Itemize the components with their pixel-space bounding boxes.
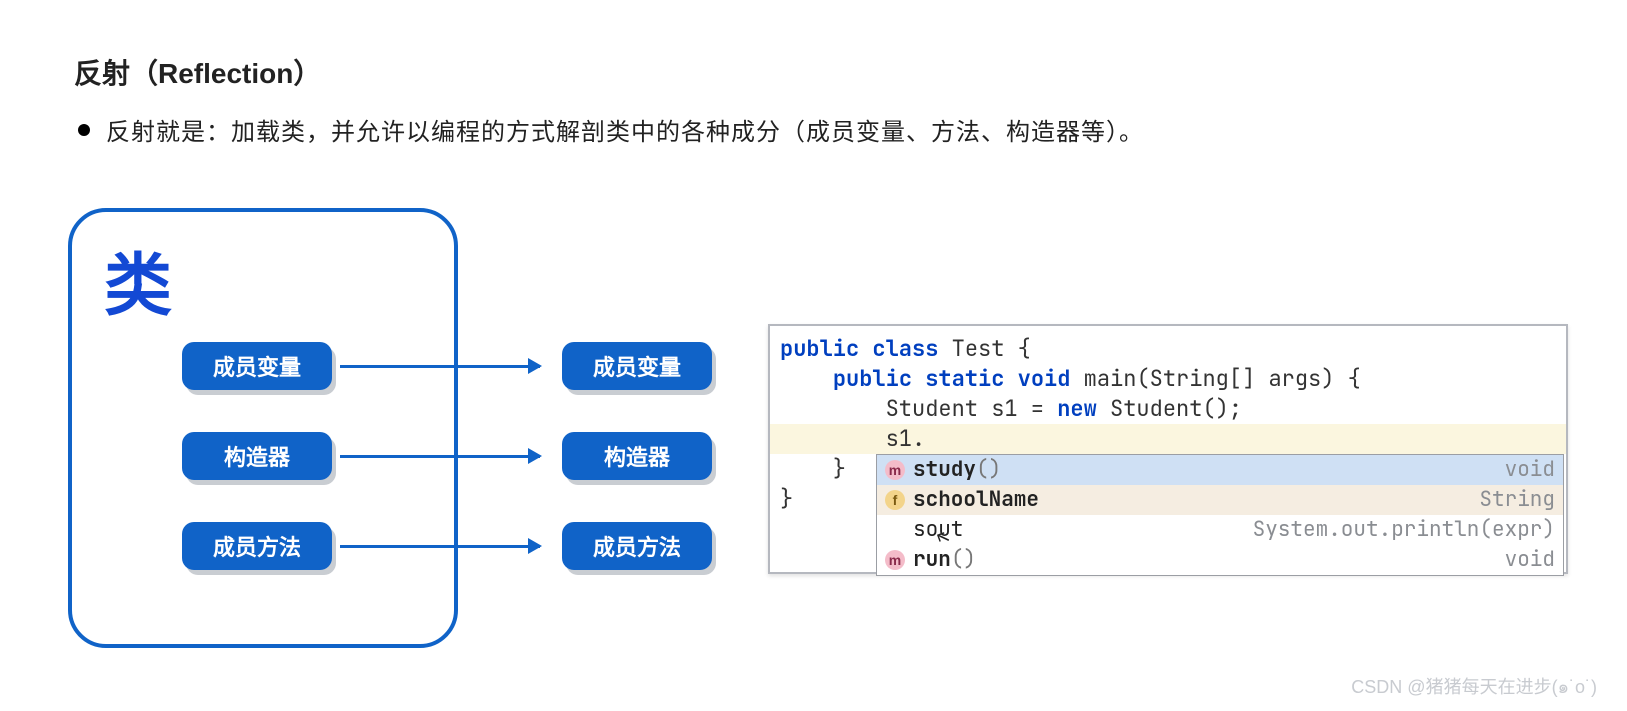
pill-right-0: 成员变量 [562, 342, 712, 390]
code-line-3: Student s1 = new Student(); [780, 394, 1566, 424]
code-line-1: public class Test { [780, 334, 1566, 364]
arrow-icon-2 [340, 545, 540, 548]
code-line-4: s1. [780, 424, 1566, 454]
popup-row-2[interactable]: x sout System.out.println(expr) [877, 515, 1563, 545]
popup-row-1[interactable]: f schoolName String [877, 485, 1563, 515]
page-title: 反射（Reflection） [74, 52, 321, 92]
pill-right-2: 成员方法 [562, 522, 712, 570]
class-label: 类 [104, 230, 172, 329]
arrow-icon-1 [340, 455, 540, 458]
code-block: public class Test { public static void m… [770, 326, 1566, 572]
autocomplete-popup[interactable]: m study() void f schoolName String x sou… [876, 454, 1564, 576]
pill-right-1: 构造器 [562, 432, 712, 480]
method-icon: m [885, 550, 905, 570]
pill-left-2: 成员方法 [182, 522, 332, 570]
popup-row-3[interactable]: m run() void [877, 545, 1563, 575]
code-line-2: public static void main(String[] args) { [780, 364, 1566, 394]
arrow-icon-0 [340, 365, 540, 368]
popup-row-0[interactable]: m study() void [877, 455, 1563, 485]
bullet-text: 反射就是：加载类，并允许以编程的方式解剖类中的各种成分（成员变量、方法、构造器等… [106, 112, 1144, 147]
bullet-dot-icon [78, 124, 90, 136]
pill-left-1: 构造器 [182, 432, 332, 480]
pill-left-0: 成员变量 [182, 342, 332, 390]
ide-panel: public class Test { public static void m… [768, 324, 1568, 574]
method-icon: m [885, 460, 905, 480]
watermark: CSDN @猪猪每天在进步(๑˙o˙) [1351, 672, 1597, 701]
bullet-row: 反射就是：加载类，并允许以编程的方式解剖类中的各种成分（成员变量、方法、构造器等… [78, 112, 1144, 147]
field-icon: f [885, 490, 905, 510]
